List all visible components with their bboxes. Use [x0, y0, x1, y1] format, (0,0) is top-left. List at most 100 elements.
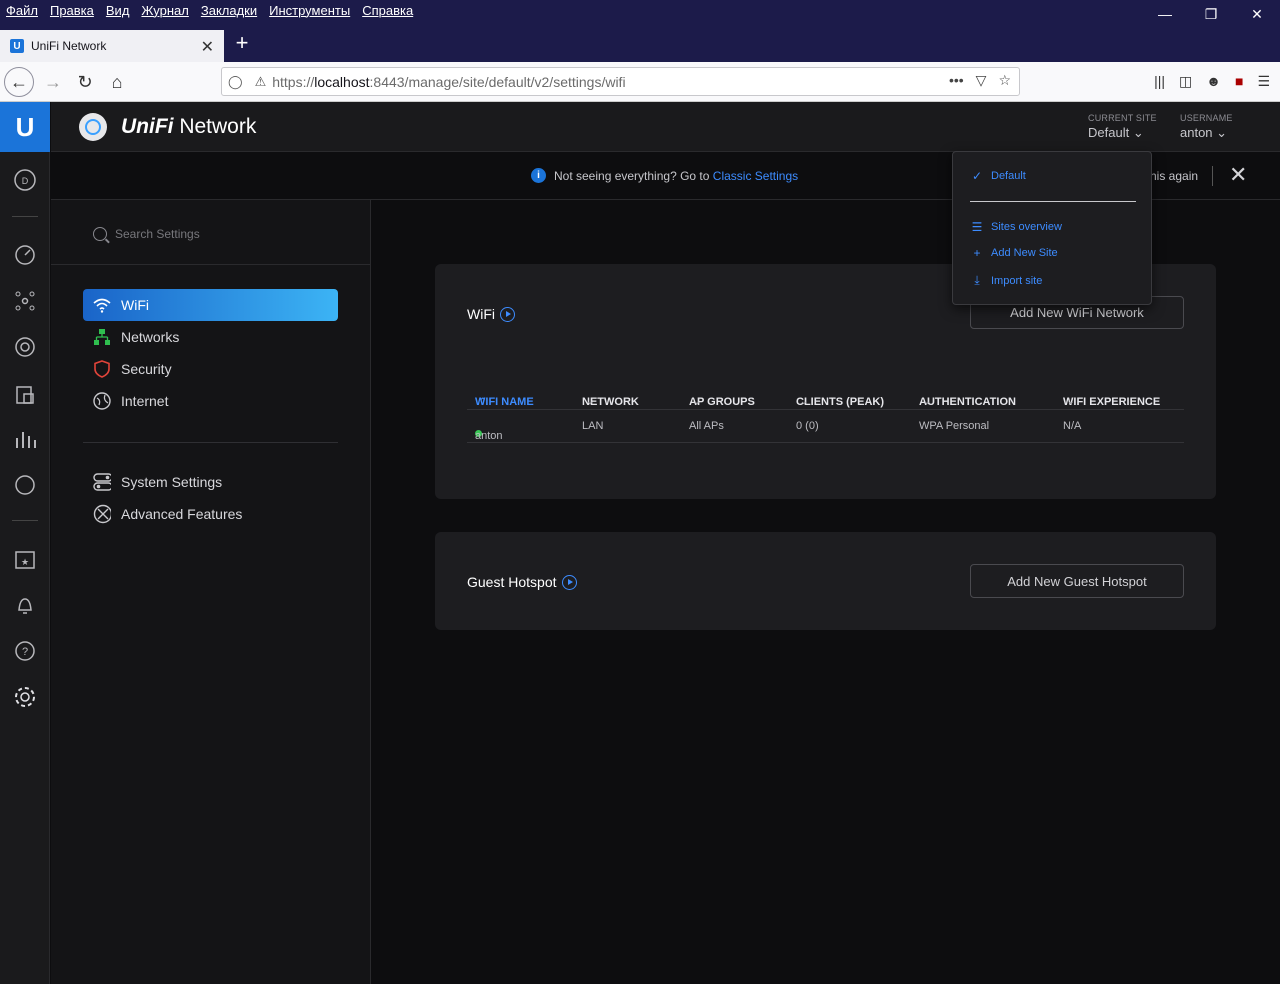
username-label: USERNAME	[1180, 113, 1233, 123]
devices-icon[interactable]	[13, 335, 37, 359]
alerts-bell-icon[interactable]	[13, 593, 37, 617]
username-value: anton	[1180, 125, 1213, 140]
tab-title: UniFi Network	[31, 39, 107, 53]
brand[interactable]: UniFi Network	[79, 113, 256, 141]
globe-icon	[93, 392, 111, 410]
menu-item-label: Import site	[991, 274, 1043, 287]
svg-text:?: ?	[22, 646, 28, 658]
menu-tools[interactable]: Инструменты	[269, 3, 350, 18]
import-site-item[interactable]: ⤓ Import site	[970, 273, 1042, 288]
site-option-default[interactable]: ✓ Default	[970, 169, 1026, 183]
app-header: UniFi Network CURRENT SITE Default ⌄ USE…	[51, 102, 1280, 152]
dont-show-again-link[interactable]: his again	[1150, 169, 1198, 183]
site-option-label: Default	[991, 170, 1026, 182]
svg-text:D: D	[22, 176, 29, 186]
page-actions-icon[interactable]: •••	[949, 72, 964, 89]
advanced-features-icon	[93, 504, 111, 524]
play-video-icon[interactable]	[561, 574, 577, 590]
play-video-icon[interactable]	[500, 306, 515, 322]
menu-file[interactable]: Файл	[6, 3, 38, 18]
sidebar-item-security[interactable]: Security	[83, 353, 338, 385]
url-bar[interactable]: ◯ ⚠ https://localhost:8443/manage/site/d…	[221, 67, 1020, 96]
sidebar-item-label: Advanced Features	[121, 506, 243, 522]
table-row[interactable]: anton LAN All APs 0 (0) WPA Personal N/A	[467, 410, 1184, 443]
close-icon[interactable]: ✕	[1229, 162, 1247, 188]
sidebar-item-label: Security	[121, 361, 172, 377]
chevron-up-icon: ⌃	[479, 396, 487, 406]
sidebar-item-label: Networks	[121, 329, 180, 345]
chevron-down-icon: ⌄	[1067, 396, 1075, 406]
topology-icon[interactable]	[13, 289, 37, 313]
clients-icon[interactable]	[13, 382, 37, 406]
menu-view[interactable]: Вид	[106, 3, 130, 18]
insights-icon[interactable]	[13, 473, 37, 497]
chevron-down-icon: ⌄	[586, 396, 594, 406]
shield-tracking-icon[interactable]: ◯	[228, 74, 243, 90]
controller-logo-icon	[79, 113, 107, 141]
account-icon[interactable]: ☻	[1206, 73, 1221, 90]
wifi-card-title: WiFi	[467, 306, 515, 322]
sidebar-item-wifi[interactable]: WiFi	[83, 289, 338, 321]
window-close-icon[interactable]: ✕	[1234, 0, 1280, 28]
current-site-selector[interactable]: CURRENT SITE Default ⌄	[1088, 113, 1157, 141]
username-selector[interactable]: USERNAME anton ⌄	[1180, 113, 1233, 141]
sidebar-item-networks[interactable]: Networks	[83, 321, 338, 353]
sidebar-item-advanced-features[interactable]: Advanced Features	[83, 498, 338, 530]
menu-bookmarks[interactable]: Закладки	[201, 3, 257, 18]
sites-overview-item[interactable]: ☰ Sites overview	[970, 220, 1062, 234]
sidebar-item-internet[interactable]: Internet	[83, 385, 338, 417]
url-prefix: https://	[272, 73, 315, 90]
lock-warning-icon[interactable]: ⚠	[255, 74, 267, 90]
classic-settings-link[interactable]: Classic Settings	[713, 169, 798, 183]
chevron-down-icon: ⌄	[1132, 125, 1144, 140]
url-host: localhost	[314, 73, 370, 90]
add-new-site-item[interactable]: + Add New Site	[970, 246, 1057, 260]
search-input[interactable]	[115, 224, 315, 244]
settings-gear-icon[interactable]	[13, 685, 37, 709]
events-calendar-icon[interactable]: ★	[13, 547, 37, 571]
minimize-icon[interactable]: —	[1142, 0, 1188, 28]
networks-icon	[93, 328, 111, 346]
help-icon[interactable]: ?	[13, 639, 37, 663]
sidebar-item-label: WiFi	[121, 297, 149, 313]
tab-bar: U UniFi Network ✕ +	[0, 28, 1280, 62]
card-title-text: WiFi	[467, 306, 495, 322]
menu-help[interactable]: Справка	[362, 3, 413, 18]
dashboard-icon[interactable]: D	[13, 168, 37, 192]
restore-icon[interactable]: ❐	[1188, 0, 1234, 28]
checkmark-icon: ✓	[971, 169, 983, 183]
menu-item-label: Sites overview	[991, 221, 1062, 233]
library-icon[interactable]: |||	[1154, 73, 1165, 90]
reload-icon[interactable]: ↻	[70, 67, 100, 97]
ubiquiti-logo-icon[interactable]: U	[0, 102, 50, 152]
search-settings	[51, 200, 370, 265]
browser-navbar: ← → ↻ ⌂ ◯ ⚠ https://localhost:8443/manag…	[0, 62, 1280, 102]
sidebar-item-label: System Settings	[121, 474, 223, 490]
rail-divider	[12, 216, 38, 217]
dashboard-gauge-icon[interactable]	[13, 243, 37, 267]
tab-close-icon[interactable]: ✕	[201, 37, 214, 57]
ublock-icon[interactable]: ■	[1235, 73, 1243, 90]
add-guest-hotspot-button[interactable]: Add New Guest Hotspot	[970, 564, 1184, 598]
home-icon[interactable]: ⌂	[102, 67, 132, 97]
back-icon[interactable]: ←	[4, 67, 34, 97]
statistics-icon[interactable]	[13, 427, 37, 451]
sidebar-item-system-settings[interactable]: System Settings	[83, 466, 338, 498]
hamburger-menu-icon[interactable]: ☰	[1257, 73, 1270, 90]
cell-authentication: WPA Personal	[919, 420, 990, 432]
wifi-table-header: WIFI NAME ⌃ NETWORK ⌄ AP GROUPS ⌄ CLIENTS (…	[467, 376, 1184, 410]
forward-icon[interactable]: →	[38, 67, 68, 97]
pocket-icon[interactable]: ▽	[976, 72, 987, 89]
bookmark-star-icon[interactable]: ☆	[998, 72, 1011, 89]
sidebar-toggle-icon[interactable]: ◫	[1179, 73, 1192, 90]
menu-edit[interactable]: Правка	[50, 3, 94, 18]
current-site-label: CURRENT SITE	[1088, 113, 1157, 123]
brand-name: UniFi Network	[121, 115, 257, 138]
new-tab-icon[interactable]: +	[230, 30, 254, 56]
site-dropdown: ✓ Default ☰ Sites overview + Add New Sit…	[952, 151, 1152, 305]
nav-rail: U D ★ ?	[0, 102, 50, 984]
browser-tab[interactable]: U UniFi Network ✕	[0, 30, 224, 62]
unifi-favicon-icon: U	[10, 39, 24, 53]
menu-history[interactable]: Журнал	[141, 3, 188, 18]
list-icon: ☰	[971, 220, 983, 234]
